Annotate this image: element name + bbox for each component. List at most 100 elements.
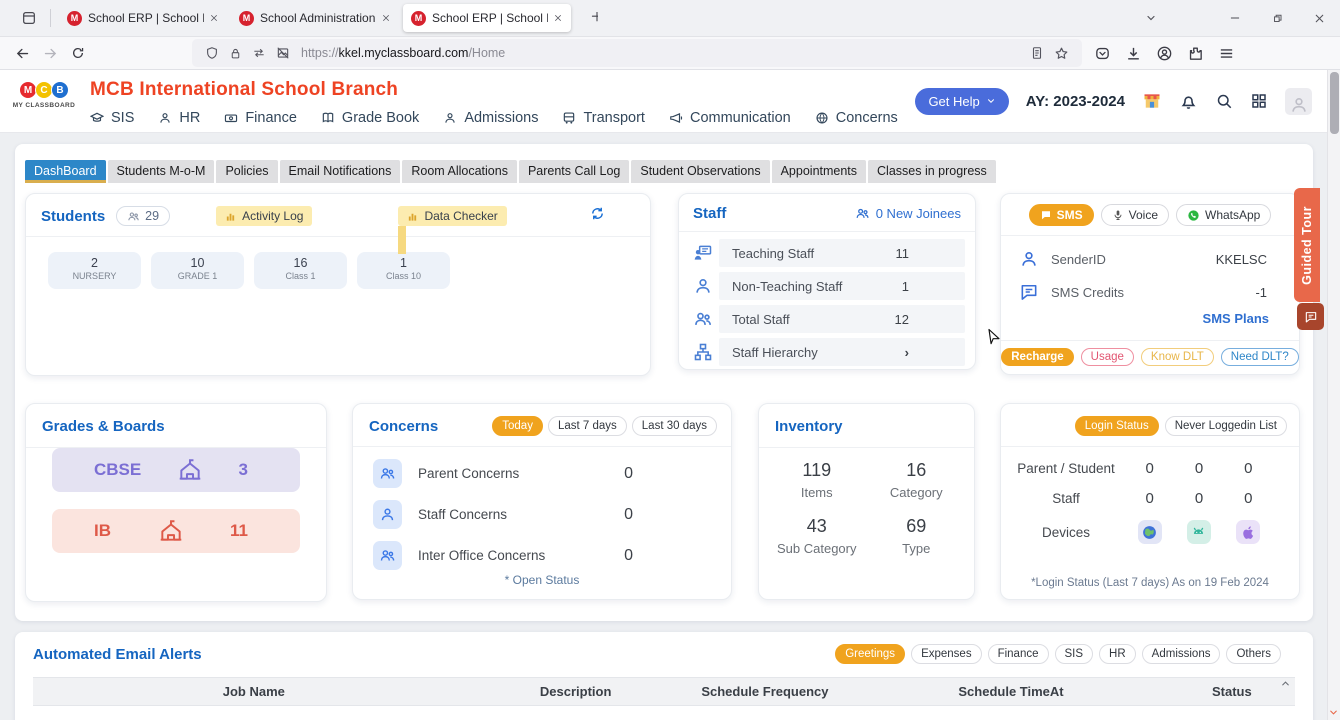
non-teaching-staff-row[interactable]: Non-Teaching Staff 1 (689, 272, 965, 300)
tab-never-loggedin-list[interactable]: Never Loggedin List (1164, 416, 1287, 436)
close-tab-icon[interactable] (209, 13, 219, 23)
staff-concerns-row[interactable]: Staff Concerns 0 (353, 500, 731, 529)
staff-hierarchy-row[interactable]: Staff Hierarchy › (689, 338, 965, 366)
scroll-down-indicator[interactable] (1328, 707, 1339, 718)
nav-item-grade-book[interactable]: Grade Book (321, 110, 419, 126)
list-all-tabs-button[interactable] (1134, 0, 1168, 36)
filter-sis[interactable]: SIS (1054, 644, 1094, 664)
grade-tile-grade1[interactable]: 10 GRADE 1 (151, 252, 244, 289)
browser-tab-3-active[interactable]: M School ERP | School Manageme (403, 4, 571, 32)
filter-last-7-days[interactable]: Last 7 days (547, 416, 627, 436)
extensions-icon[interactable] (1187, 45, 1204, 62)
inventory-category-stat[interactable]: 16 Category (867, 460, 967, 500)
reader-mode-icon[interactable] (1030, 46, 1044, 60)
restore-button[interactable] (1256, 0, 1298, 36)
filter-expenses[interactable]: Expenses (911, 644, 982, 664)
inventory-type-stat[interactable]: 69 Type (867, 516, 967, 556)
recharge-button[interactable]: Recharge (1001, 348, 1074, 366)
grade-tile-class10[interactable]: 1 Class 10 (357, 252, 450, 289)
tab-whatsapp[interactable]: WhatsApp (1176, 204, 1272, 226)
bookmark-star-icon[interactable] (1054, 46, 1069, 61)
board-row-cbse[interactable]: CBSE 3 (52, 448, 300, 492)
nav-item-finance[interactable]: Finance (224, 110, 297, 126)
filter-greetings[interactable]: Greetings (835, 644, 906, 664)
pocket-icon[interactable] (1094, 45, 1111, 62)
browser-tab-1[interactable]: M School ERP | School Manageme (59, 4, 227, 32)
android-device-icon[interactable] (1186, 520, 1211, 544)
firefox-view-button[interactable] (14, 5, 44, 31)
search-icon[interactable] (1215, 92, 1233, 110)
tab-student-observations[interactable]: Student Observations (631, 160, 770, 183)
usage-button[interactable]: Usage (1080, 348, 1134, 366)
filter-finance[interactable]: Finance (987, 644, 1049, 664)
apple-device-icon[interactable] (1236, 520, 1261, 544)
page-scrollbar[interactable] (1327, 70, 1340, 720)
tab-login-status[interactable]: Login Status (1074, 416, 1159, 436)
apps-grid-icon[interactable] (1250, 92, 1268, 110)
get-help-button[interactable]: Get Help (915, 87, 1009, 115)
notifications-bell-icon[interactable] (1179, 92, 1198, 111)
tab-classes-in-progress[interactable]: Classes in progress (868, 160, 996, 183)
web-device-icon[interactable] (1137, 520, 1162, 544)
tab-dashboard[interactable]: DashBoard (25, 160, 106, 183)
back-button[interactable] (8, 40, 36, 66)
refresh-icon[interactable] (590, 206, 605, 221)
tab-voice[interactable]: Voice (1100, 204, 1169, 226)
total-staff-row[interactable]: Total Staff 12 (689, 305, 965, 333)
nav-item-hr[interactable]: HR (158, 110, 200, 126)
close-tab-icon[interactable] (553, 13, 563, 23)
tab-sms[interactable]: SMS (1028, 204, 1094, 226)
reload-button[interactable] (64, 40, 92, 66)
close-window-button[interactable] (1298, 0, 1340, 36)
nav-item-sis[interactable]: SIS (90, 110, 134, 126)
grade-tile-nursery[interactable]: 2 NURSERY (48, 252, 141, 289)
menu-icon[interactable] (1218, 45, 1235, 62)
new-tab-button[interactable] (577, 5, 605, 31)
inventory-subcategory-stat[interactable]: 43 Sub Category (767, 516, 867, 556)
tracking-protection-shield-icon[interactable] (205, 46, 219, 60)
tab-appointments[interactable]: Appointments (771, 160, 867, 183)
parent-concerns-row[interactable]: Parent Concerns 0 (353, 459, 731, 488)
url-bar[interactable]: https://kkel.myclassboard.com/Home (192, 39, 1082, 67)
nav-item-concerns[interactable]: Concerns (815, 110, 898, 126)
account-icon[interactable] (1156, 45, 1173, 62)
close-tab-icon[interactable] (381, 13, 391, 23)
lock-icon[interactable] (229, 47, 242, 60)
filter-last-30-days[interactable]: Last 30 days (631, 416, 717, 436)
grade-tile-class1[interactable]: 16 Class 1 (254, 252, 347, 289)
filter-others[interactable]: Others (1226, 644, 1281, 664)
activity-log-button[interactable]: Activity Log (216, 206, 313, 226)
students-count-badge[interactable]: 29 (116, 206, 171, 226)
inventory-items-stat[interactable]: 119 Items (767, 460, 867, 500)
know-dlt-button[interactable]: Know DLT (1140, 348, 1214, 366)
filter-admissions[interactable]: Admissions (1141, 644, 1221, 664)
inter-office-concerns-row[interactable]: Inter Office Concerns 0 (353, 541, 731, 570)
permissions-icon[interactable] (252, 46, 266, 60)
tab-email-notifications[interactable]: Email Notifications (279, 160, 401, 183)
minimize-button[interactable] (1214, 0, 1256, 36)
tab-students-mom[interactable]: Students M-o-M (107, 160, 215, 183)
new-joinees-link[interactable]: 0 New Joinees (855, 206, 961, 221)
browser-tab-2[interactable]: M School Administration Software (231, 4, 399, 32)
forward-button[interactable] (36, 40, 64, 66)
nav-item-transport[interactable]: Transport (562, 110, 645, 126)
guided-tour-tab[interactable]: Guided Tour (1294, 188, 1320, 302)
downloads-icon[interactable] (1125, 45, 1142, 62)
blocked-content-icon[interactable] (276, 46, 290, 60)
table-scroll-up-icon[interactable] (1280, 678, 1291, 689)
sms-plans-link[interactable]: SMS Plans (1001, 311, 1299, 326)
filter-hr[interactable]: HR (1099, 644, 1136, 664)
myclassboard-logo[interactable]: M C B MY CLASSBOARD (8, 70, 80, 132)
nav-item-admissions[interactable]: Admissions (443, 110, 538, 126)
scrollbar-thumb[interactable] (1330, 72, 1339, 134)
user-avatar[interactable] (1285, 87, 1312, 115)
nav-item-communication[interactable]: Communication (669, 110, 791, 126)
tab-room-allocations[interactable]: Room Allocations (402, 160, 517, 183)
store-icon[interactable] (1142, 91, 1162, 111)
tab-policies[interactable]: Policies (216, 160, 278, 183)
tab-parents-call-log[interactable]: Parents Call Log (518, 160, 630, 183)
need-dlt-button[interactable]: Need DLT? (1220, 348, 1299, 366)
feedback-chat-button[interactable] (1297, 303, 1324, 330)
data-checker-button[interactable]: Data Checker (398, 206, 507, 254)
board-row-ib[interactable]: IB 11 (52, 509, 300, 553)
